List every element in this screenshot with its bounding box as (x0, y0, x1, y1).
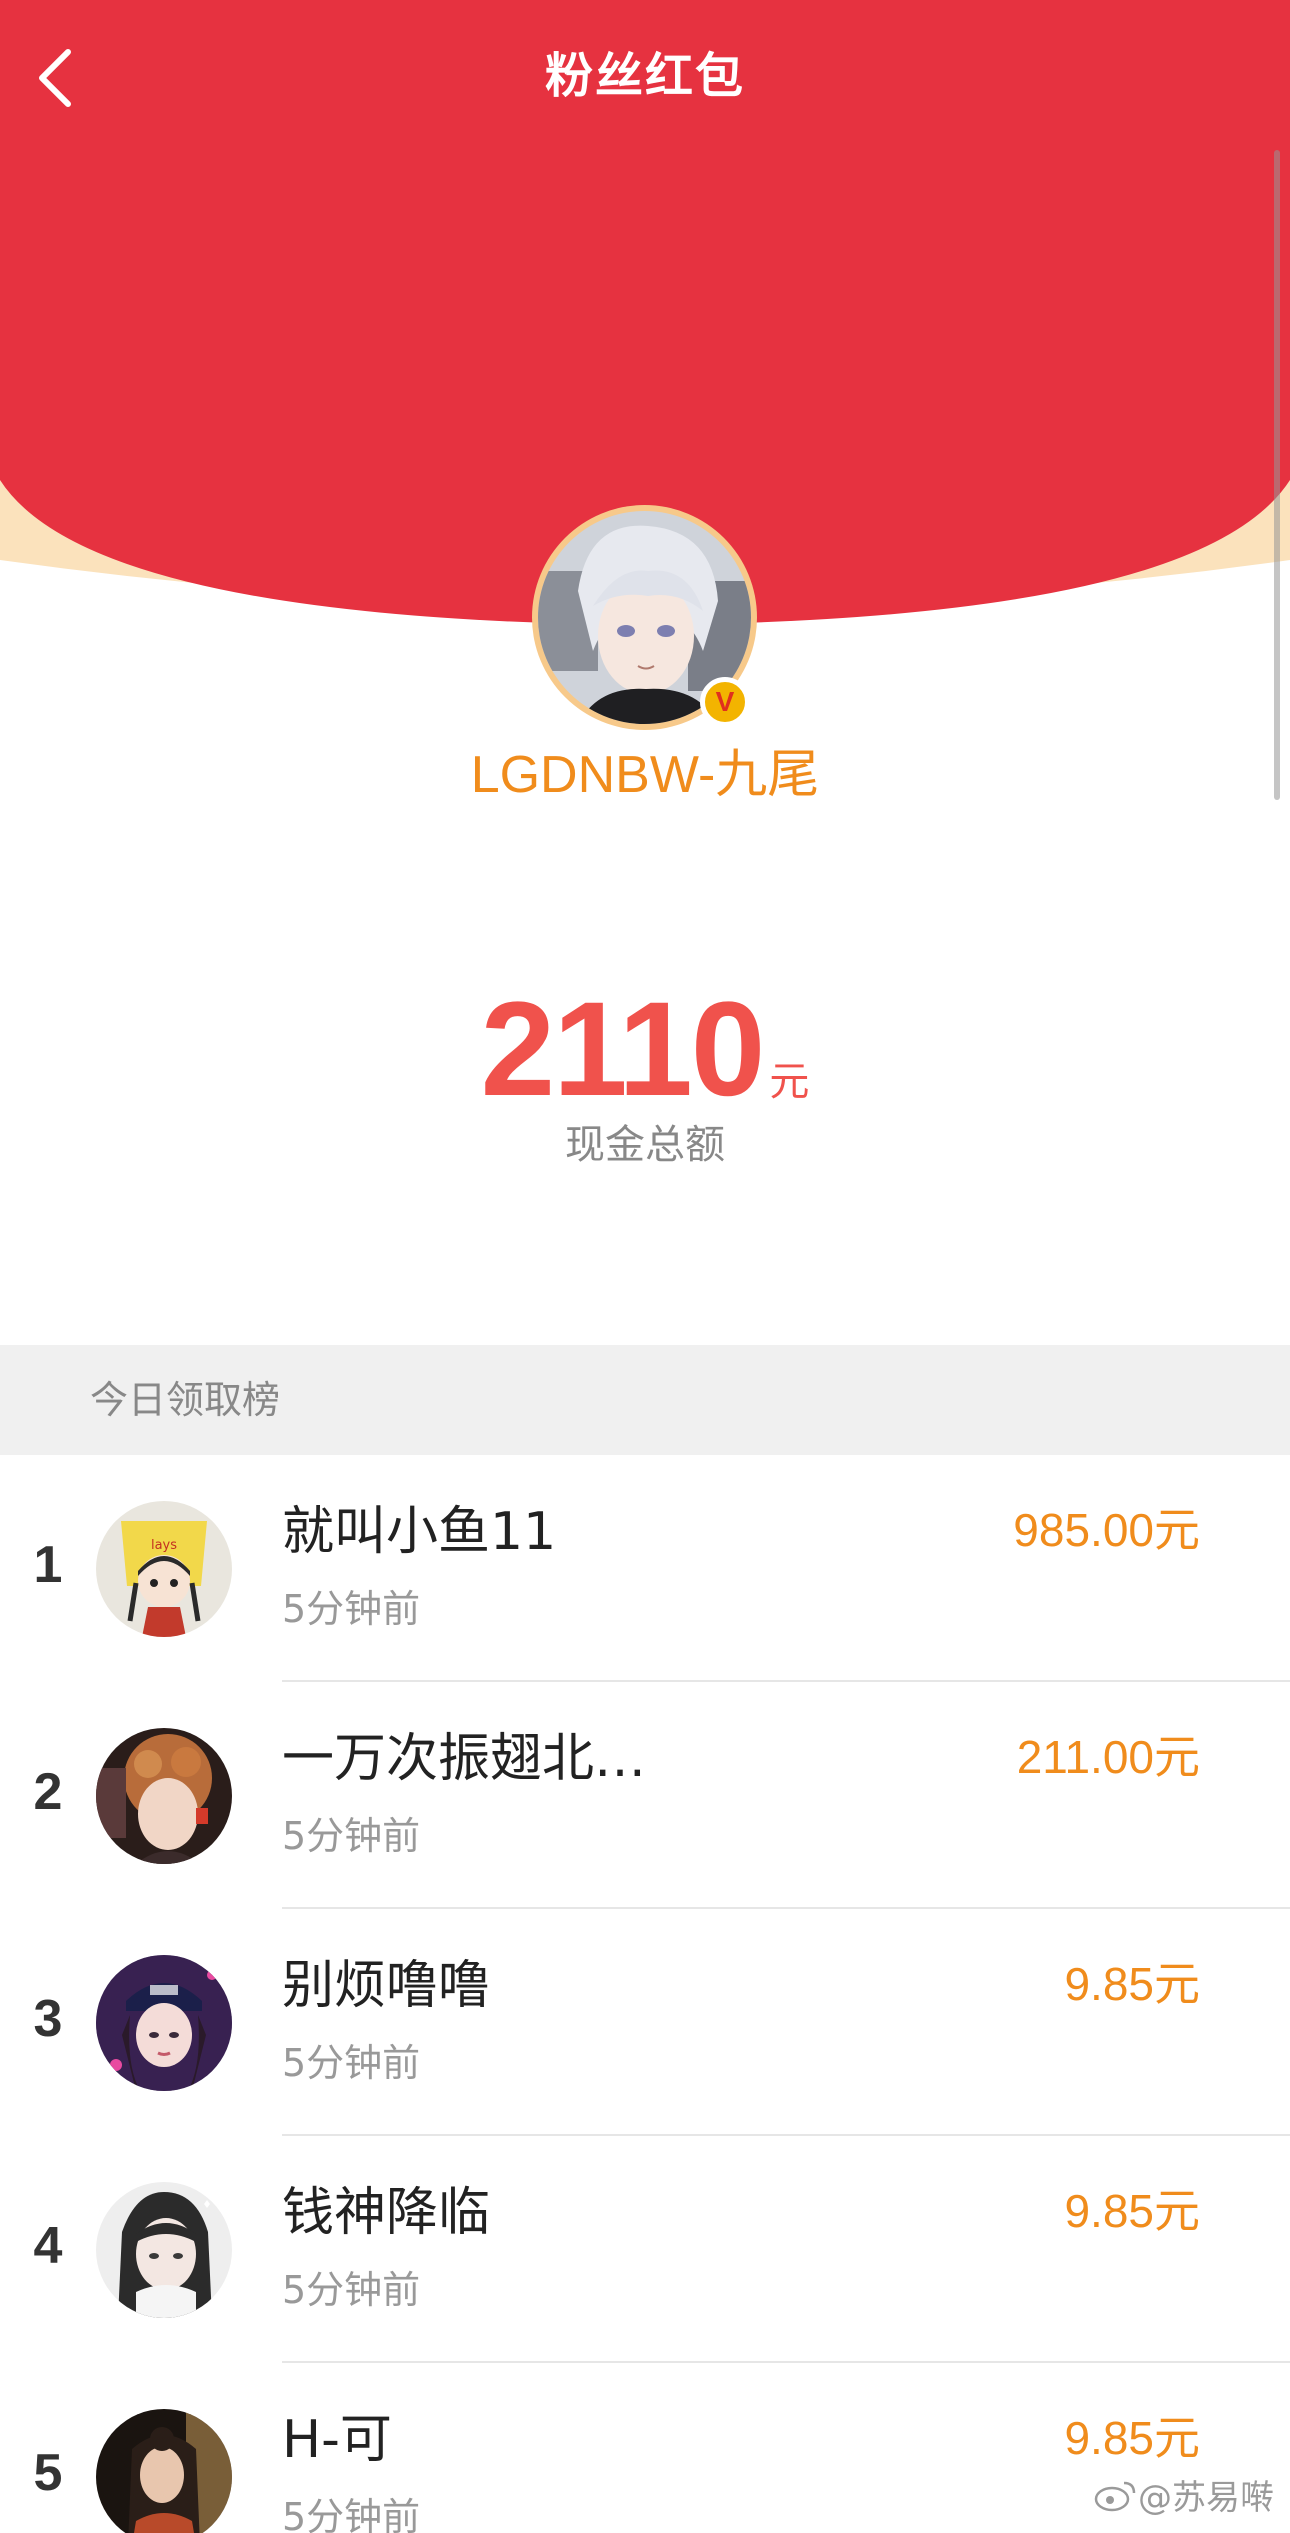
avatar[interactable] (96, 2409, 232, 2533)
claim-amount: 211.00元 (1016, 1731, 1200, 1783)
total-amount: 2110 元 (0, 980, 1290, 1120)
list-item[interactable]: 2 一万次振翅北… 5分钟前 211.00元 (0, 1682, 1290, 1909)
claim-time: 5分钟前 (282, 2495, 421, 2533)
rank-number: 5 (33, 2444, 63, 2502)
claim-amount: 9.85元 (1064, 1958, 1200, 2010)
avatar[interactable] (96, 1728, 232, 1864)
user-name[interactable]: 别烦噜噜 (282, 1951, 490, 2021)
watermark-text: @苏易啭 (1138, 2478, 1274, 2518)
user-name[interactable]: 一万次振翅北… (282, 1724, 646, 1794)
amount-unit: 元 (769, 1059, 810, 1105)
list-item[interactable]: 1 lays 就叫小鱼11 5分钟前 985.00元 (0, 1455, 1290, 1682)
verified-badge-icon: V (700, 677, 750, 727)
user-name[interactable]: 钱神降临 (282, 2178, 490, 2248)
claim-amount: 985.00元 (1013, 1504, 1200, 1556)
rank-number: 3 (33, 1990, 63, 2048)
avatar[interactable] (96, 1955, 232, 2091)
user-name[interactable]: H-可 (282, 2405, 392, 2475)
rank-number: 1 (33, 1536, 63, 1594)
leaderboard-title: 今日领取榜 (90, 1378, 281, 1422)
rank-number: 2 (33, 1763, 63, 1821)
avatar[interactable] (96, 2182, 232, 2318)
list-item[interactable]: 4 钱神降临 5分钟前 9.85元 (0, 2136, 1290, 2363)
claim-time: 5分钟前 (282, 2041, 421, 2085)
user-name[interactable]: 就叫小鱼11 (282, 1497, 556, 1567)
rank-number: 4 (33, 2217, 63, 2275)
watermark: @苏易啭 (1094, 2470, 1274, 2519)
leaderboard-header: 今日领取榜 (0, 1345, 1290, 1455)
claim-amount: 9.85元 (1064, 2412, 1200, 2464)
scrollbar[interactable] (1274, 150, 1280, 800)
page-title: 粉丝红包 (544, 48, 745, 104)
weibo-icon (1094, 2481, 1136, 2511)
list-item[interactable]: 3 别烦噜噜 5分钟前 9.85元 (0, 1909, 1290, 2136)
profile-username[interactable]: LGDNBW-九尾 (0, 740, 1290, 810)
leaderboard-list: 1 lays 就叫小鱼11 5分钟前 985.00元 2 一万次振翅北… 5分钟… (0, 1455, 1290, 2533)
claim-time: 5分钟前 (282, 1587, 421, 1631)
claim-time: 5分钟前 (282, 2268, 421, 2312)
avatar[interactable]: lays (96, 1501, 232, 1637)
claim-time: 5分钟前 (282, 1814, 421, 1858)
claim-amount: 9.85元 (1064, 2185, 1200, 2237)
svg-text:lays: lays (151, 1538, 177, 1553)
amount-label: 现金总额 (565, 1122, 725, 1168)
amount-value: 2110 (480, 975, 766, 1124)
fan-red-packet-page: 粉丝红包 V LGDNBW-九尾 2110 元 现金总额 今日领取榜 1 lay… (0, 0, 1290, 2533)
